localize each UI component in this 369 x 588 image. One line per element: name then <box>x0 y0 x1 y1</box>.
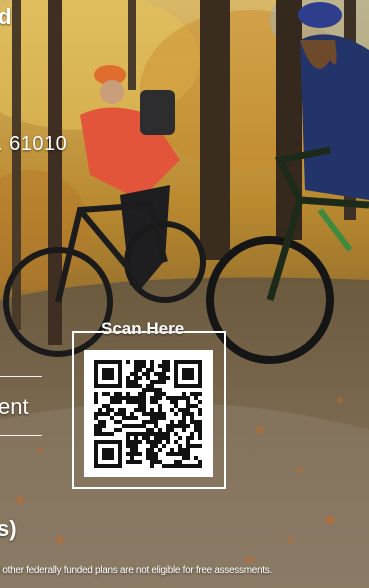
closing-paren-fragment: s) <box>0 516 17 541</box>
disclaimer-text: l other federally funded plans are not e… <box>0 565 272 576</box>
forest-trail-photo <box>0 0 369 588</box>
divider-line-lower <box>0 435 42 436</box>
scan-here-label: Scan Here <box>101 319 185 338</box>
qr-code-icon <box>94 360 202 468</box>
address-zip-fragment: . 61010 <box>0 133 68 155</box>
divider-line-upper <box>0 376 42 377</box>
headline-fragment: d <box>0 4 12 29</box>
assessment-heading-fragment: ent <box>0 394 29 419</box>
qr-code[interactable] <box>84 350 213 477</box>
